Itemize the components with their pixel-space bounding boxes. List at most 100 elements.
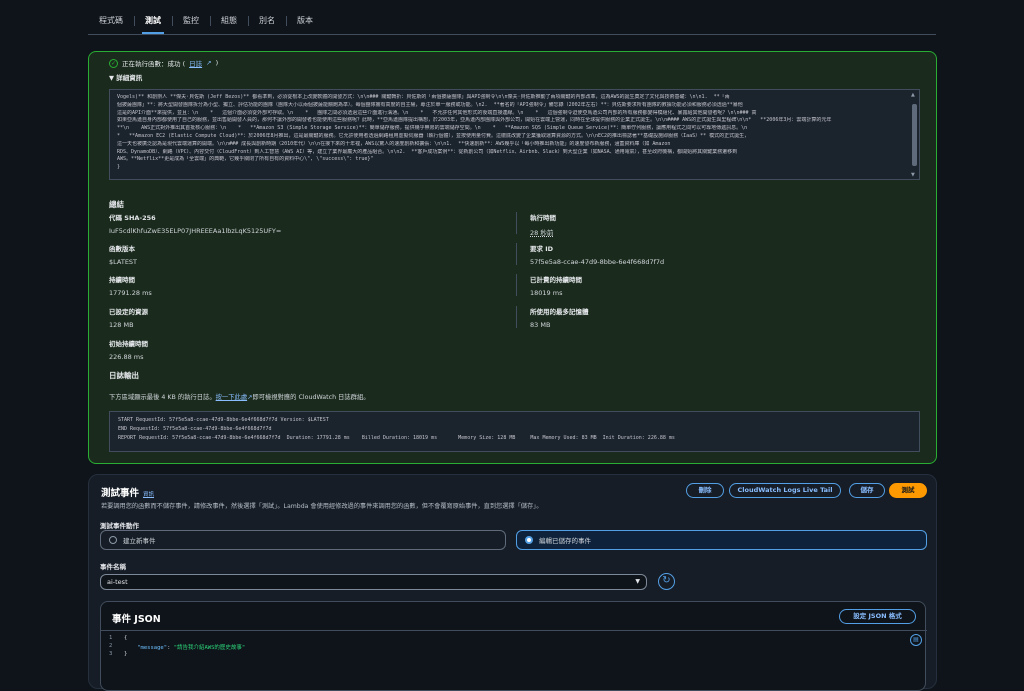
duration-label: 持續時間: [109, 276, 135, 284]
test-event-heading: 測試事件: [101, 488, 140, 499]
log-line: REPORT RequestId: 57f5e5a8-ccae-47d9-8bb…: [118, 435, 675, 441]
duration-field: 持續時間 17791.28 ms: [109, 274, 152, 297]
response-line: 個披薩團隊」**：將大型開發團隊拆分為小型、獨立、評估功能的團隊（團隊大小以兩個…: [117, 101, 743, 108]
event-json-panel: 事件 JSON 設定 JSON 格式 1 2 3 { "message": "請…: [100, 601, 927, 691]
max-memory-field: 所使用的最多記憶體 83 MB: [530, 306, 589, 329]
test-button[interactable]: 測試: [889, 483, 927, 498]
request-id-value: 57f5e5a8-ccae-47d9-8bbe-6e4f668d7f7d: [530, 258, 665, 266]
test-event-title: 測試事件 資訊: [101, 485, 154, 499]
event-name-select[interactable]: ai-test ▼: [100, 574, 647, 590]
logs-link[interactable]: 日誌: [189, 58, 202, 68]
scroll-down-icon[interactable]: ▼: [911, 172, 915, 178]
status-text: 正在執行函數：成功 (: [122, 60, 186, 68]
request-id-field: 要求 ID 57f5e5a8-ccae-47d9-8bbe-6e4f668d7f7…: [530, 243, 664, 266]
line-number: 2: [109, 643, 113, 649]
live-tail-button[interactable]: CloudWatch Logs Live Tail: [729, 483, 841, 498]
request-id-label: 要求 ID: [530, 245, 554, 253]
success-check-icon: ✓: [109, 58, 118, 68]
log-line: END RequestId: 57f5e5a8-ccae-47d9-8bbe-6…: [118, 426, 272, 432]
response-line: 如果亞馬遜自身內部都使用了自己的服務，並出售給開發人員的，那何不讓外部的開發者也…: [117, 117, 832, 124]
response-scrollbar[interactable]: ▲ ▼: [911, 92, 918, 178]
code-sha-field: 代碼 SHA-256 IuF5cdlKhfuZwE35ELP07JHREEEAa1…: [109, 212, 281, 235]
event-name-value: ai-test: [107, 578, 128, 586]
radio-edit-saved-event[interactable]: 編輯已儲存的事件: [516, 530, 927, 550]
radio-create-new-event[interactable]: 建立新事件: [100, 530, 506, 550]
version-field: 函數版本 $LATEST: [109, 243, 137, 266]
json-key: "message": [137, 645, 168, 651]
log-line: START RequestId: 57f5e5a8-ccae-47d9-8bbe…: [118, 417, 329, 423]
log-hint-post: 即可檢視對應的 CloudWatch 日誌群組。: [252, 394, 370, 401]
response-line: Vogels)** 和創辦人 **傑夫·貝佐斯 (Jeff Bezos)** 都…: [117, 94, 730, 100]
line-number: 1: [109, 635, 113, 641]
radio-label: 編輯已儲存的事件: [539, 537, 591, 545]
duration-value: 17791.28 ms: [109, 289, 152, 297]
response-line: **\n AWS正式對外推出其首批核心服務：\n * **Amazon S3 (…: [117, 125, 748, 132]
info-link[interactable]: 資訊: [143, 492, 154, 498]
response-line: 這一天也被廣泛認為是現代雲端運算的開端。\n\n### 成長與創新時期（2010…: [117, 140, 671, 147]
code-line: }: [124, 651, 128, 657]
resources-field: 已設定的資源 128 MB: [109, 306, 148, 329]
status-close: ): [215, 59, 219, 67]
response-output[interactable]: Vogels)** 和創辦人 **傑夫·貝佐斯 (Jeff Bezos)** 都…: [109, 89, 920, 180]
response-line: AWS。**Netflix**更是成為「全雲端」的典範，它幾乎關閉了所有自有的資…: [117, 156, 374, 163]
tab-monitor[interactable]: 監控: [172, 10, 210, 32]
billed-value: 18019 ms: [530, 289, 563, 297]
save-button[interactable]: 儲存: [849, 483, 885, 498]
log-hint-pre: 下方區域顯示最後 4 KB 的執行日誌。: [109, 394, 216, 401]
divider: [516, 306, 517, 328]
divider: [516, 274, 517, 296]
response-line: }: [117, 164, 121, 171]
tab-code[interactable]: 程式碼: [88, 10, 134, 32]
scroll-thumb[interactable]: [912, 104, 917, 166]
log-output-box[interactable]: START RequestId: 57f5e5a8-ccae-47d9-8bbe…: [109, 411, 920, 452]
divider: [516, 243, 517, 265]
version-value: $LATEST: [109, 258, 138, 266]
line-number: 3: [109, 651, 113, 657]
format-json-button[interactable]: 設定 JSON 格式: [839, 609, 916, 624]
divider: [516, 212, 517, 234]
event-json-title: 事件 JSON: [112, 614, 161, 625]
execution-status: ✓ 正在執行函數：成功 (日誌 ↗): [109, 58, 218, 68]
cloudwatch-link[interactable]: 按一下此處: [216, 394, 247, 401]
editor-settings-icon[interactable]: ▤: [910, 634, 922, 646]
resources-value: 128 MB: [109, 321, 134, 329]
test-event-description: 若要調用您的函數而不儲存事件，請修改事件，然後選擇「測試」。Lambda 會使用…: [101, 503, 543, 510]
exec-time-label: 執行時間: [530, 214, 556, 222]
event-action-label: 測試事件動作: [100, 522, 139, 530]
init-duration-value: 226.88 ms: [109, 353, 144, 361]
json-value: "請告我介紹AWS的歷史故事": [173, 645, 246, 651]
tab-bar: 程式碼 測試 監控 組態 別名 版本: [88, 10, 324, 34]
log-hint: 下方區域顯示最後 4 KB 的執行日誌。按一下此處↗即可檢視對應的 CloudW…: [109, 392, 370, 401]
code-line: "message": "請告我介紹AWS的歷史故事": [137, 645, 246, 651]
exec-time-value: 28 秒前: [530, 229, 554, 237]
tab-divider: [88, 34, 936, 35]
tab-aliases[interactable]: 別名: [248, 10, 286, 32]
billed-field: 已計費的持續時間 18019 ms: [530, 274, 582, 297]
event-name-label: 事件名稱: [100, 563, 126, 571]
external-link-icon: ↗: [206, 59, 212, 67]
radio-label: 建立新事件: [123, 537, 156, 545]
response-line: 這是的API介面**來提供，並且：\n * 這個介面必須從外部可存取。\n * …: [117, 109, 757, 116]
exec-time-field: 執行時間 28 秒前: [530, 212, 556, 237]
init-duration-label: 初始持續時間: [109, 340, 148, 348]
max-memory-value: 83 MB: [530, 321, 551, 329]
execution-result-panel: ✓ 正在執行函數：成功 (日誌 ↗) ▼ 詳細資訊 Vogels)** 和創辦人 …: [88, 51, 937, 464]
delete-button[interactable]: 刪除: [686, 483, 724, 498]
radio-icon: [109, 536, 117, 544]
tab-test[interactable]: 測試: [134, 10, 172, 34]
details-toggle[interactable]: ▼ 詳細資訊: [109, 72, 142, 82]
resources-label: 已設定的資源: [109, 308, 148, 316]
tab-versions[interactable]: 版本: [286, 10, 324, 32]
scroll-up-icon[interactable]: ▲: [911, 92, 915, 98]
details-label: 詳細資訊: [116, 74, 143, 82]
json-editor[interactable]: 1 2 3 { "message": "請告我介紹AWS的歷史故事" } ▤: [101, 630, 927, 690]
code-sha-value: IuF5cdlKhfuZwE35ELP07JHREEEAa1lbzLqK5125…: [109, 227, 282, 235]
billed-label: 已計費的持續時間: [530, 276, 582, 284]
test-event-card: 測試事件 資訊 若要調用您的函數而不儲存事件，請修改事件，然後選擇「測試」。Lam…: [88, 474, 937, 691]
refresh-icon[interactable]: ↻: [658, 573, 675, 590]
code-sha-label: 代碼 SHA-256: [109, 214, 156, 222]
tab-configuration[interactable]: 組態: [210, 10, 248, 32]
response-line: RDS、DynamoDB）、網路（VPC）、內容交付（CloudFront）到人…: [117, 148, 738, 155]
summary-title: 總結: [109, 200, 124, 209]
radio-selected-icon: [525, 536, 533, 544]
